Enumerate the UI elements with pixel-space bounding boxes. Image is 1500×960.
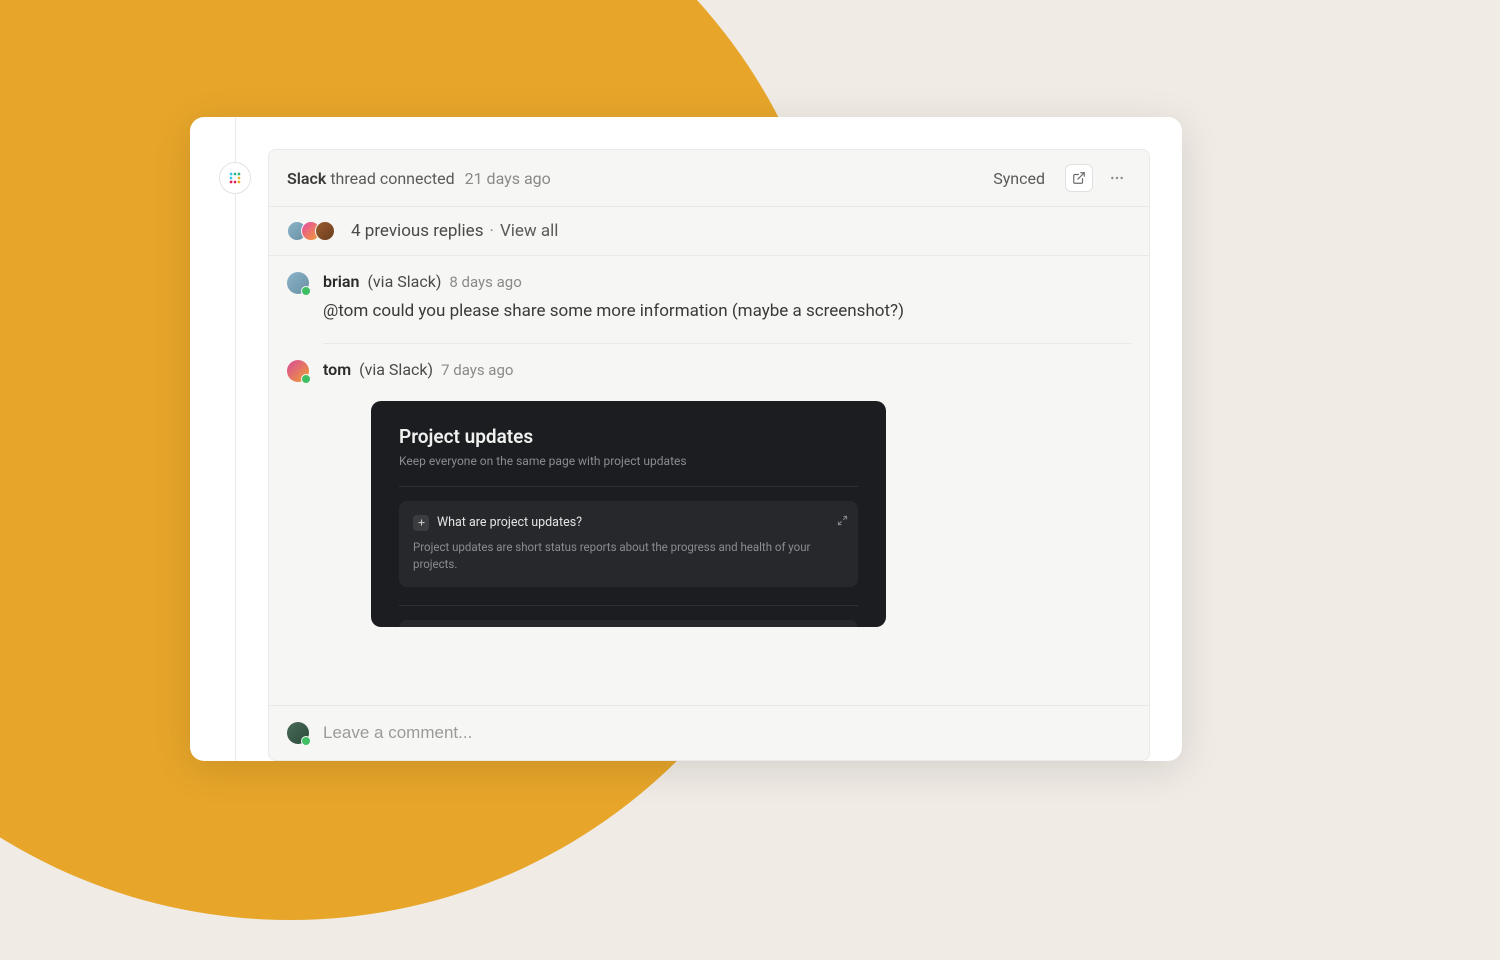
info-description: Project updates are short status reports… <box>413 539 844 574</box>
view-all-link[interactable]: View all <box>500 221 558 241</box>
separator: · <box>489 221 493 241</box>
sync-status: Synced <box>993 169 1045 188</box>
header-timestamp: 21 days ago <box>465 169 551 188</box>
card-main: Slack thread connected 21 days ago Synce… <box>236 117 1182 761</box>
more-options-button[interactable] <box>1103 164 1131 192</box>
avatar <box>287 360 309 382</box>
more-horizontal-icon <box>1109 170 1125 186</box>
open-external-button[interactable] <box>1065 164 1093 192</box>
message-time: 7 days ago <box>441 361 513 379</box>
avatar <box>287 272 309 294</box>
thread-card: Slack thread connected 21 days ago Synce… <box>190 117 1182 761</box>
screenshot-subtitle: Keep everyone on the same page with proj… <box>399 454 858 468</box>
message-time: 8 days ago <box>449 273 521 291</box>
message-via: (via Slack) <box>359 360 433 379</box>
message-author: brian <box>323 272 359 291</box>
divider <box>399 605 858 606</box>
header-title: thread connected <box>330 169 454 188</box>
attached-screenshot[interactable]: Project updates Keep everyone on the sam… <box>371 401 886 627</box>
message-author: tom <box>323 360 351 379</box>
messages-list: brian (via Slack) 8 days ago @tom could … <box>269 256 1149 705</box>
slack-icon <box>219 162 251 194</box>
avatar <box>287 722 309 744</box>
previous-replies-row[interactable]: 4 previous replies · View all <box>269 207 1149 256</box>
previous-replies-count: 4 previous replies <box>351 221 483 241</box>
divider <box>399 486 858 487</box>
info-box: What are project updates? Project update… <box>399 501 858 588</box>
comment-input[interactable] <box>323 723 1131 743</box>
panel-header: Slack thread connected 21 days ago Synce… <box>269 150 1149 207</box>
plus-icon <box>413 515 429 531</box>
message-row: brian (via Slack) 8 days ago @tom could … <box>269 256 1149 343</box>
card-gutter <box>190 117 236 761</box>
message-via: (via Slack) <box>367 272 441 291</box>
screenshot-title: Project updates <box>399 425 858 448</box>
thread-panel: Slack thread connected 21 days ago Synce… <box>268 149 1150 761</box>
avatar <box>315 221 335 241</box>
comment-composer <box>269 705 1149 760</box>
expand-icon <box>837 511 848 530</box>
message-row: tom (via Slack) 7 days ago <box>269 344 1149 387</box>
info-question: What are project updates? <box>437 515 582 530</box>
reminder-box: Reminder frequency <box>399 620 858 627</box>
external-link-icon <box>1072 171 1086 185</box>
message-text: @tom could you please share some more in… <box>323 299 1131 343</box>
avatar-stack <box>287 221 335 241</box>
header-app-name: Slack <box>287 169 326 188</box>
